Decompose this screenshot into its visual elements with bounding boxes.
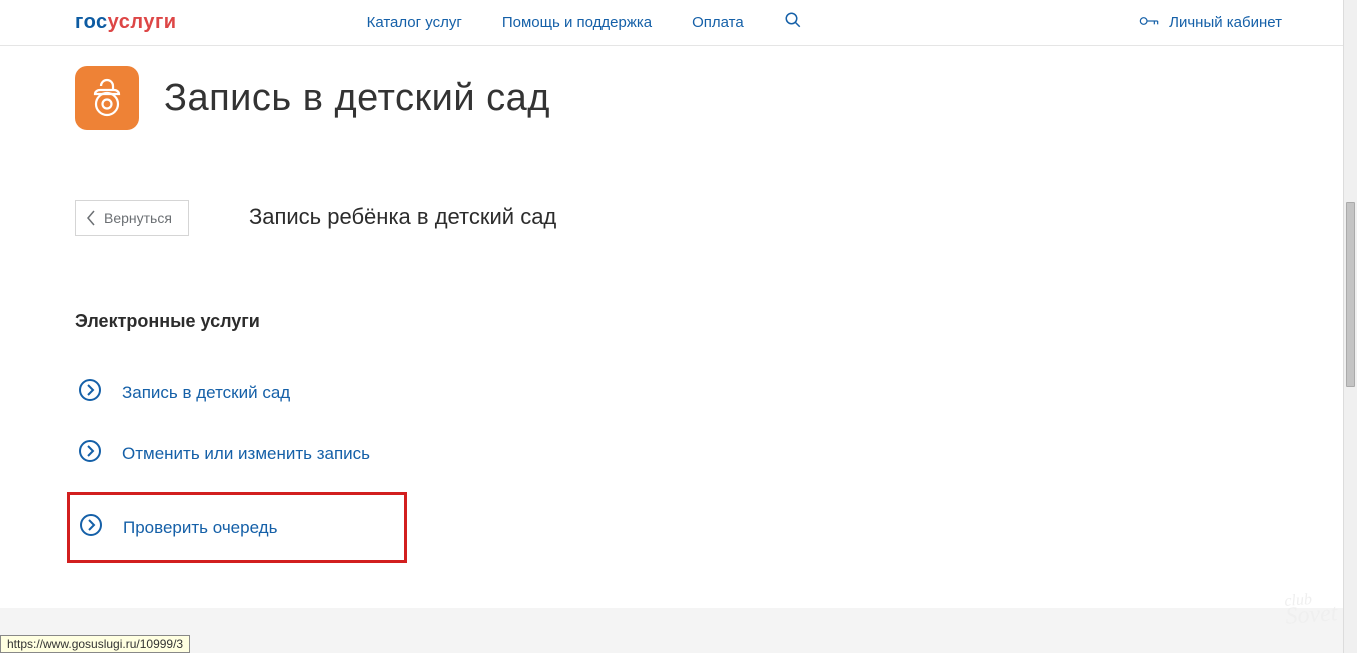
back-label: Вернуться xyxy=(104,210,172,226)
service-cancel[interactable]: Отменить или изменить запись xyxy=(75,423,1282,484)
chevron-circle-right-icon xyxy=(79,513,103,542)
subtitle: Запись ребёнка в детский сад xyxy=(249,200,556,230)
vertical-scrollbar[interactable] xyxy=(1343,0,1357,653)
nav-payment[interactable]: Оплата xyxy=(692,14,744,31)
cabinet-label: Личный кабинет xyxy=(1169,14,1282,31)
chevron-circle-right-icon xyxy=(78,439,102,468)
sub-row: Вернуться Запись ребёнка в детский сад xyxy=(75,200,1282,236)
personal-cabinet-link[interactable]: Личный кабинет xyxy=(1139,14,1282,31)
service-check-queue-label: Проверить очередь xyxy=(123,518,277,538)
scroll-thumb[interactable] xyxy=(1346,202,1355,387)
highlight-box: Проверить очередь xyxy=(67,492,407,563)
browser-status-bar: https://www.gosuslugi.ru/10999/3 xyxy=(0,635,190,653)
nav-catalog[interactable]: Каталог услуг xyxy=(367,14,462,31)
service-cancel-label: Отменить или изменить запись xyxy=(122,444,370,464)
service-check-queue[interactable]: Проверить очередь xyxy=(76,507,404,548)
back-button[interactable]: Вернуться xyxy=(75,200,189,236)
main-nav: Каталог услуг Помощь и поддержка Оплата xyxy=(367,11,802,34)
pacifier-icon xyxy=(75,66,139,130)
title-row: Запись в детский сад xyxy=(75,66,1282,130)
service-enroll[interactable]: Запись в детский сад xyxy=(75,362,1282,423)
service-enroll-label: Запись в детский сад xyxy=(122,383,290,403)
service-list: Запись в детский сад Отменить или измени… xyxy=(75,362,1282,563)
chevron-circle-right-icon xyxy=(78,378,102,407)
page-title: Запись в детский сад xyxy=(164,77,550,120)
logo-part-uslugi: услуги xyxy=(108,11,177,33)
logo-part-gos: гос xyxy=(75,11,108,33)
key-icon xyxy=(1139,14,1159,31)
logo[interactable]: госуслуги xyxy=(75,11,177,34)
section-heading: Электронные услуги xyxy=(75,311,1282,332)
search-icon[interactable] xyxy=(784,11,802,34)
main-content: Запись в детский сад Вернуться Запись ре… xyxy=(0,46,1357,583)
footer-area xyxy=(0,608,1343,653)
nav-help[interactable]: Помощь и поддержка xyxy=(502,14,652,31)
top-header: госуслуги Каталог услуг Помощь и поддерж… xyxy=(0,0,1357,46)
chevron-left-icon xyxy=(86,210,96,226)
